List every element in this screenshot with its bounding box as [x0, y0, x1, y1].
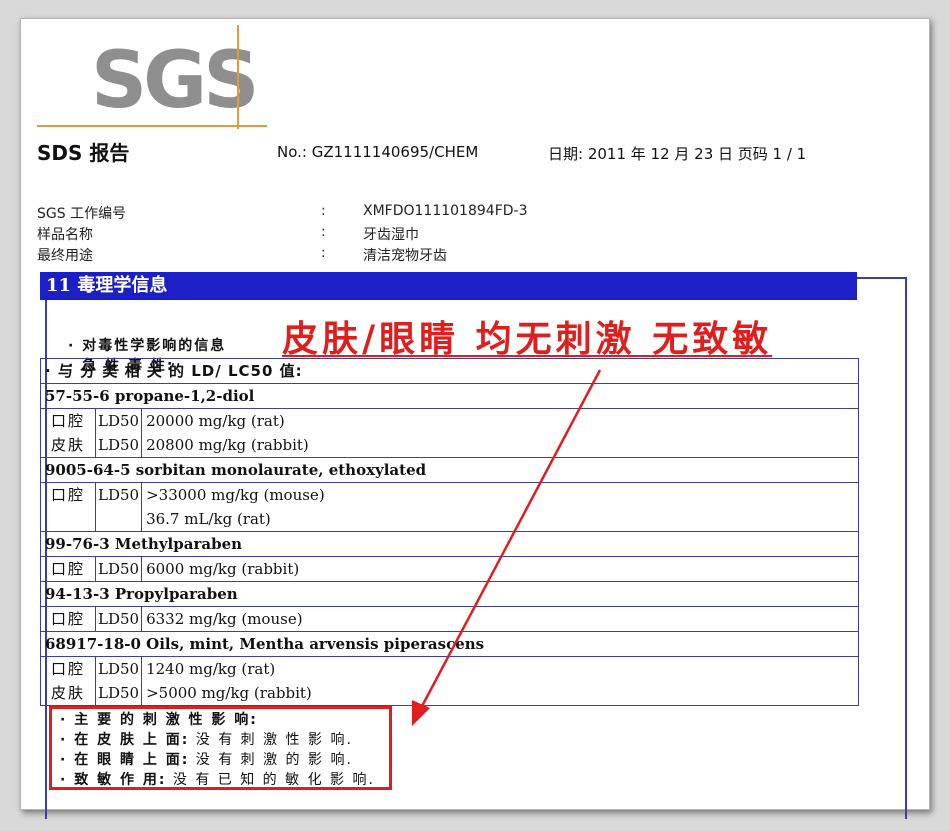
irritation-title-text: · 主 要 的 刺 激 性 影 响:	[60, 712, 258, 728]
table-row: 皮肤 LD50 >5000 mg/kg (rabbit)	[40, 681, 859, 706]
red-annotation: 皮肤/眼睛 均无刺激 无致敏	[282, 318, 773, 360]
table-row: 口腔 LD50 >33000 mg/kg (mouse)	[40, 482, 859, 507]
substance-name: 9005-64-5 sorbitan monolaurate, ethoxyla…	[40, 457, 859, 483]
substance-name: 94-13-3 Propylparaben	[40, 581, 859, 607]
info-colon: :	[321, 203, 326, 219]
irritation-title: · 主 要 的 刺 激 性 影 响:	[60, 709, 258, 729]
type-cell: LD50	[94, 408, 143, 433]
type-cell	[94, 507, 143, 532]
eye-value: 没 有 刺 激 的 影 响.	[195, 752, 353, 768]
table-row: 36.7 mL/kg (rat)	[40, 507, 859, 532]
info-value: 牙齿湿巾	[363, 227, 419, 243]
info-key: 最终用途	[37, 248, 93, 264]
logo-horizontal-line	[37, 125, 267, 127]
info-key: SGS 工作编号	[37, 206, 127, 222]
type-cell: LD50	[94, 656, 143, 681]
info-colon: :	[321, 245, 326, 261]
logo-vertical-line	[237, 25, 239, 129]
value-cell: 36.7 mL/kg (rat)	[141, 507, 859, 532]
type-cell: LD50	[94, 606, 143, 632]
report-number: No.: GZ1111140695/CHEM	[277, 143, 479, 161]
report-date-page: 日期: 2011 年 12 月 23 日 页码 1 / 1	[548, 145, 807, 163]
eye-effect-line: · 在 眼 睛 上 面: 没 有 刺 激 的 影 响.	[60, 749, 353, 769]
skin-effect-line: · 在 皮 肤 上 面: 没 有 刺 激 性 影 响.	[60, 729, 353, 749]
value-cell: 6332 mg/kg (mouse)	[141, 606, 859, 632]
value-cell: 6000 mg/kg (rabbit)	[141, 556, 859, 582]
value-cell: >5000 mg/kg (rabbit)	[141, 681, 859, 706]
substance-name: 57-55-6 propane-1,2-diol	[40, 383, 859, 409]
table-row: 口腔 LD50 1240 mg/kg (rat)	[40, 656, 859, 681]
route-cell: 口腔	[40, 606, 96, 632]
value-cell: >33000 mg/kg (mouse)	[141, 482, 859, 507]
route-cell: 口腔	[40, 656, 96, 681]
report-title: SDS 报告	[37, 141, 130, 165]
substance-name: 99-76-3 Methylparaben	[40, 531, 859, 557]
value-cell: 20800 mg/kg (rabbit)	[141, 433, 859, 458]
type-cell: LD50	[94, 556, 143, 582]
logo-text: SGS	[91, 36, 259, 126]
eye-label: · 在 眼 睛 上 面:	[60, 752, 190, 768]
ld-header: · 与 分 类 相 关 的 LD/ LC50 值:	[40, 358, 859, 384]
info-value: 清洁宠物牙齿	[363, 248, 447, 264]
route-cell: 皮肤	[40, 433, 96, 458]
skin-label: · 在 皮 肤 上 面:	[60, 732, 190, 748]
substance-name: 68917-18-0 Oils, mint, Mentha arvensis p…	[40, 631, 859, 657]
route-cell: 口腔	[40, 408, 96, 433]
route-cell: 皮肤	[40, 681, 96, 706]
sgs-logo: SGS	[37, 25, 267, 135]
type-cell: LD50	[94, 482, 143, 507]
section-header: 11 毒理学信息	[40, 272, 857, 300]
type-cell: LD50	[94, 433, 143, 458]
value-cell: 1240 mg/kg (rat)	[141, 656, 859, 681]
type-cell: LD50	[94, 681, 143, 706]
route-cell: 口腔	[40, 556, 96, 582]
value-cell: 20000 mg/kg (rat)	[141, 408, 859, 433]
skin-value: 没 有 刺 激 性 影 响.	[195, 732, 353, 748]
info-colon: :	[321, 224, 326, 240]
table-row: 口腔 LD50 20000 mg/kg (rat)	[40, 408, 859, 433]
table-row: 口腔 LD50 6332 mg/kg (mouse)	[40, 606, 859, 632]
sensitization-value: 没 有 已 知 的 敏 化 影 响.	[172, 772, 375, 788]
table-row: 口腔 LD50 6000 mg/kg (rabbit)	[40, 556, 859, 582]
toxicology-info-label: · 对毒性学影响的信息	[68, 338, 227, 354]
info-value: XMFDO111101894FD-3	[363, 203, 528, 219]
table-row: 皮肤 LD50 20800 mg/kg (rabbit)	[40, 433, 859, 458]
route-cell: 口腔	[40, 482, 96, 507]
sensitization-line: · 致 敏 作 用: 没 有 已 知 的 敏 化 影 响.	[60, 769, 375, 789]
sensitization-label: · 致 敏 作 用:	[60, 772, 167, 788]
ld50-table: · 与 分 类 相 关 的 LD/ LC50 值: 57-55-6 propan…	[40, 358, 859, 706]
route-cell	[40, 507, 96, 532]
info-key: 样品名称	[37, 227, 93, 243]
